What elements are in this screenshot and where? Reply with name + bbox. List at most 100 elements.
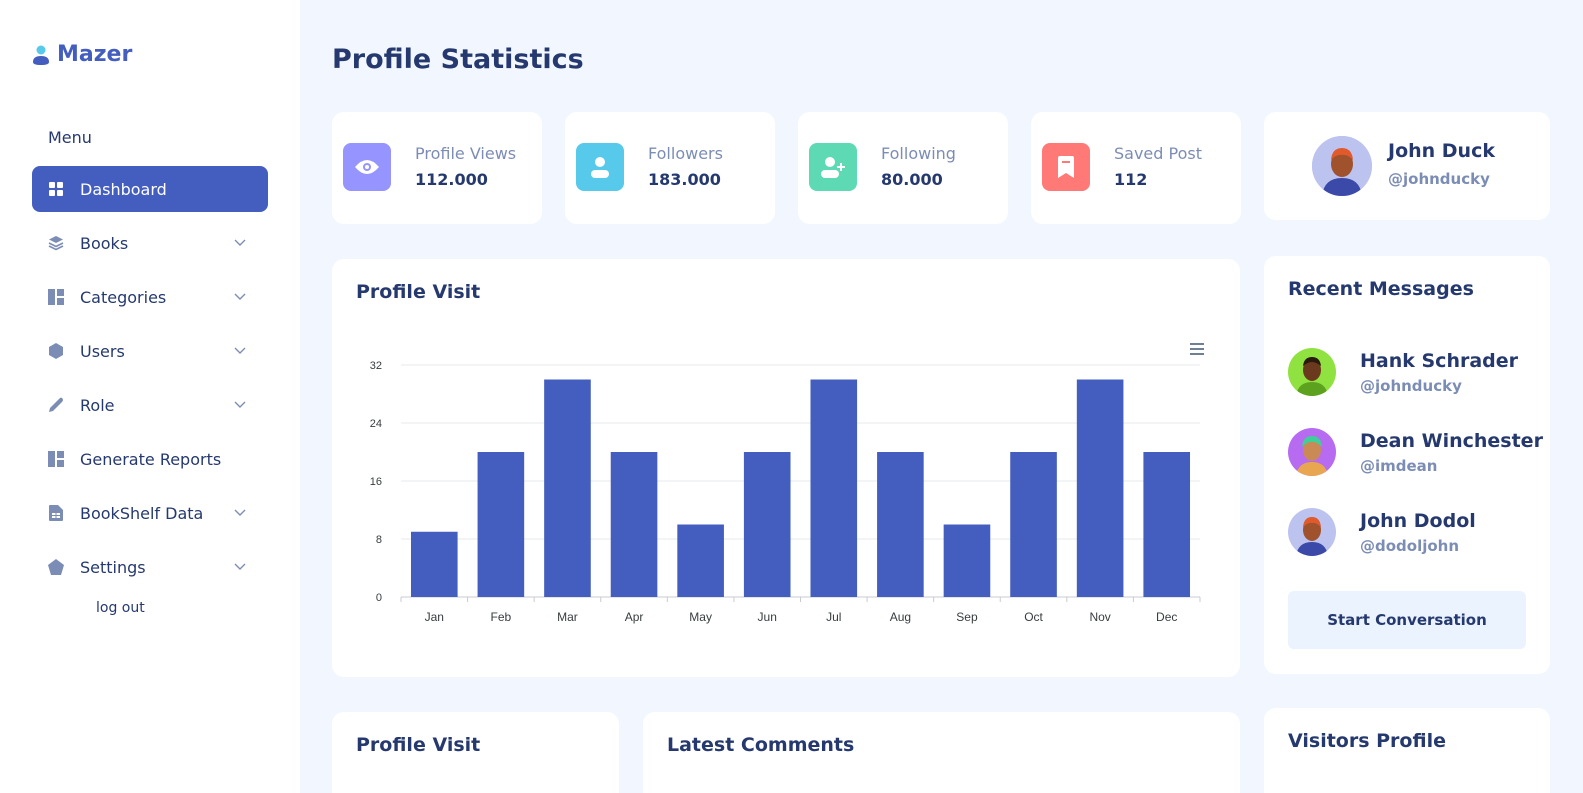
sidebar-item-settings[interactable]: Settings — [32, 544, 268, 590]
card-title: Visitors Profile — [1288, 730, 1446, 752]
message-sender-username: @johnducky — [1360, 377, 1462, 395]
recent-messages-title: Recent Messages — [1288, 278, 1474, 300]
pen-icon — [48, 397, 64, 413]
profile-visit-card: Profile Visit — [332, 712, 619, 793]
visitors-profile-card: Visitors Profile — [1264, 708, 1550, 793]
avatar — [1288, 348, 1336, 396]
profile-visit-chart-card: Profile Visit Jan Feb Mar Apr May Jun Jul Aug Se… — [332, 259, 1240, 677]
logout-link[interactable]: log out — [96, 600, 145, 616]
bar-jul[interactable] — [810, 379, 858, 598]
sidebar-item-label: Dashboard — [80, 179, 167, 199]
bar-chart: Jan Feb Mar Apr May Jun Jul Aug Sep Oct Nov Dec 0 8 1… — [370, 343, 1204, 624]
chart-menu-icon[interactable] — [1190, 343, 1204, 355]
chevron-down-icon — [228, 563, 252, 571]
x-tick-label: Sep — [956, 610, 978, 624]
chevron-down-icon — [228, 509, 252, 517]
layout-icon — [48, 289, 64, 305]
message-item[interactable]: Dean Winchester @imdean — [1288, 428, 1543, 478]
stat-label: Profile Views — [415, 144, 517, 163]
message-sender-username: @imdean — [1360, 457, 1438, 475]
bar-aug[interactable] — [877, 452, 924, 597]
avatar[interactable] — [1312, 136, 1372, 196]
bar-oct[interactable] — [1010, 452, 1057, 597]
bar-nov[interactable] — [1076, 379, 1124, 598]
x-tick-label: Feb — [491, 610, 512, 624]
stat-label: Following — [881, 144, 956, 163]
stat-card-saved-post: Saved Post 112 — [1031, 112, 1241, 224]
bar-mar[interactable] — [544, 379, 591, 598]
bar-may[interactable] — [677, 524, 724, 598]
profile-username: @johnducky — [1388, 170, 1490, 188]
person-icon — [576, 143, 624, 191]
sidebar-item-generate-reports[interactable]: Generate Reports — [32, 436, 268, 482]
message-sender-name: Hank Schrader — [1360, 350, 1519, 372]
stat-value: 112.000 — [415, 170, 488, 189]
sidebar-item-label: Users — [80, 341, 125, 361]
card-title: Latest Comments — [667, 734, 855, 756]
stat-card-followers: Followers 183.000 — [565, 112, 775, 224]
page-title: Profile Statistics — [332, 44, 584, 75]
sidebar-item-label: Books — [80, 233, 129, 253]
profile-name: John Duck — [1388, 140, 1495, 162]
x-tick-label: Dec — [1156, 610, 1177, 624]
message-sender-username: @dodoljohn — [1360, 537, 1460, 555]
stat-label: Saved Post — [1114, 144, 1202, 163]
avatar — [1288, 508, 1336, 556]
bar-sep[interactable] — [943, 524, 991, 598]
x-tick-label: Mar — [557, 610, 578, 624]
x-tick-label: Jun — [758, 610, 777, 624]
x-tick-label: Oct — [1024, 610, 1043, 624]
chevron-down-icon — [228, 293, 252, 301]
message-sender-name: John Dodol — [1360, 510, 1476, 532]
bar-jun[interactable] — [743, 452, 791, 597]
chevron-down-icon — [228, 239, 252, 247]
user-logo-icon — [33, 45, 49, 65]
sidebar-item-label: Categories — [80, 287, 167, 307]
grid-icon — [48, 181, 64, 197]
sidebar-item-label: Settings — [80, 557, 146, 577]
y-tick-label: 0 — [376, 592, 382, 604]
message-item[interactable]: Hank Schrader @johnducky — [1288, 348, 1538, 398]
sidebar-item-bookshelf-data[interactable]: BookShelf Data — [32, 490, 268, 536]
stat-card-following: Following 80.000 — [798, 112, 1008, 224]
x-tick-label: Aug — [890, 610, 911, 624]
bar-dec[interactable] — [1143, 452, 1191, 597]
x-tick-label: Jul — [826, 610, 841, 624]
x-tick-label: Nov — [1089, 610, 1110, 624]
y-tick-label: 16 — [370, 476, 382, 488]
latest-comments-card: Latest Comments — [643, 712, 1240, 793]
logo[interactable]: Mazer — [33, 42, 132, 67]
profile-card: John Duck @johnducky — [1264, 112, 1550, 220]
chevron-down-icon — [228, 347, 252, 355]
stat-label: Followers — [648, 144, 723, 163]
layout-icon — [48, 451, 64, 467]
message-sender-name: Dean Winchester — [1360, 430, 1543, 452]
sidebar-item-dashboard[interactable]: Dashboard — [32, 166, 268, 212]
sidebar-item-categories[interactable]: Categories — [32, 274, 268, 320]
stack-icon — [48, 235, 64, 251]
sidebar-item-users[interactable]: Users — [32, 328, 268, 374]
stat-value: 112 — [1114, 170, 1148, 189]
sidebar: Mazer Menu Dashboard Books Categories Us… — [0, 0, 300, 793]
y-tick-label: 24 — [370, 418, 382, 430]
file-spreadsheet-icon — [48, 505, 64, 521]
sidebar-item-label: Role — [80, 395, 115, 415]
stat-value: 183.000 — [648, 170, 721, 189]
y-tick-label: 8 — [376, 534, 382, 546]
start-conversation-button[interactable]: Start Conversation — [1288, 591, 1526, 649]
bar-jan[interactable] — [410, 531, 458, 597]
bar-feb[interactable] — [477, 452, 525, 597]
card-title: Profile Visit — [356, 734, 481, 756]
stat-value: 80.000 — [881, 170, 943, 189]
sidebar-item-label: Generate Reports — [80, 449, 222, 469]
sidebar-item-books[interactable]: Books — [32, 220, 268, 266]
message-item[interactable]: John Dodol @dodoljohn — [1288, 508, 1538, 558]
y-tick-label: 32 — [370, 360, 382, 372]
bookmark-icon — [1042, 143, 1090, 191]
app-name: Mazer — [57, 42, 133, 67]
stat-card-profile-views: Profile Views 112.000 — [332, 112, 542, 224]
bar-apr[interactable] — [610, 452, 658, 597]
sidebar-item-label: BookShelf Data — [80, 503, 204, 523]
sidebar-item-role[interactable]: Role — [32, 382, 268, 428]
avatar — [1288, 428, 1336, 476]
